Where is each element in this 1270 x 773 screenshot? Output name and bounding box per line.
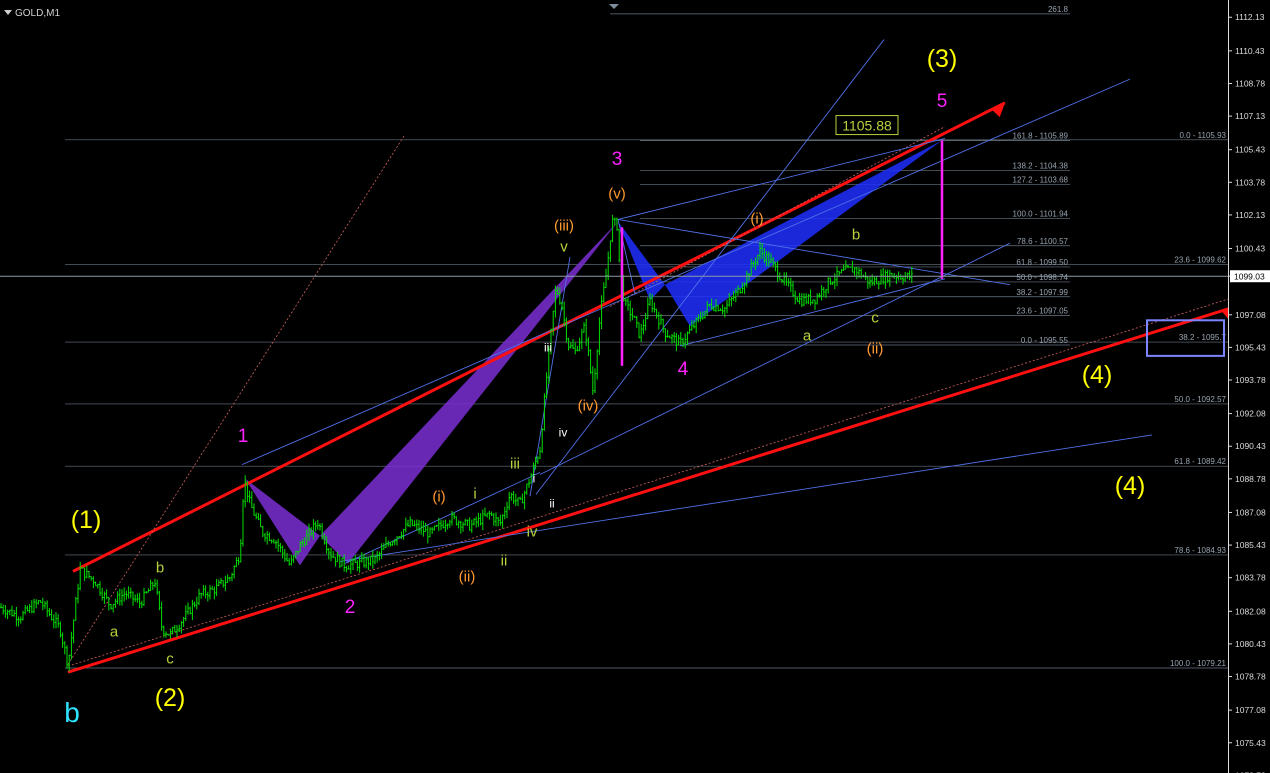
price-tick-label: 1103.78: [1235, 177, 1265, 187]
dotted-line: [67, 134, 406, 665]
fib-level-label: 38.2 - 1097.99: [1016, 288, 1068, 297]
wave-label-abc: v: [560, 238, 568, 255]
fib-level-label: 0.0 - 1105.93: [1179, 131, 1226, 140]
price-tick-label: 1078.78: [1235, 672, 1266, 682]
price-tick-label: 1100.43: [1235, 244, 1265, 254]
fibonacci-levels: 261.8 161.8 - 1105.89 138.2 - 1104.38 127.2…: [65, 5, 1228, 669]
wave-label-abc: ii: [501, 552, 508, 569]
trend-line: [67, 305, 1237, 674]
wave-label-abc: a: [110, 623, 119, 640]
price-tick-label: 1075.43: [1235, 738, 1266, 748]
price-tick-label: 1095.43: [1235, 342, 1266, 352]
fib-level-label: 78.6 - 1100.57: [1017, 237, 1069, 246]
wave-label-minor: 2: [345, 597, 356, 618]
price-tick-label: 1080.43: [1235, 639, 1266, 649]
fib-level-label: 100.0 - 1079.21: [1170, 659, 1227, 668]
wave-label-sub: (i): [432, 488, 445, 505]
price-tick-label: 1082.08: [1235, 606, 1266, 616]
fib-level-label: 0.0 - 1095.55: [1021, 336, 1069, 345]
wave-label-major: (1): [71, 506, 102, 534]
wave-label-sub: (ii): [459, 568, 476, 585]
harmonic-triangle: [618, 221, 665, 301]
price-box-label: 1105.88: [842, 118, 892, 134]
wave-label-abc: b: [852, 226, 860, 243]
fib-level-label: 23.6 - 1097.05: [1016, 306, 1068, 315]
price-tick-label: 1092.08: [1235, 409, 1266, 419]
wave-label-minor: 3: [612, 149, 623, 170]
wave-label-major: (3): [927, 45, 958, 73]
wave-label-minor: 1: [238, 426, 249, 447]
fib-level-label: 138.2 - 1104.38: [1013, 161, 1069, 170]
price-tick-label: 1085.43: [1235, 540, 1266, 550]
wave-label-roman: iv: [559, 425, 568, 439]
wave-label-abc: c: [871, 309, 879, 326]
wave-label-sub: (iv): [578, 397, 599, 414]
price-tick-label: 1112.13: [1235, 12, 1265, 22]
price-tick-label: 1097.08: [1235, 310, 1266, 320]
current-price-label: 1099.03: [1234, 272, 1265, 282]
wave-label-b: b: [64, 697, 80, 728]
price-tick-label: 1083.78: [1235, 573, 1266, 583]
fib-level-label: 23.6 - 1099.62: [1174, 256, 1226, 265]
fib-level-label: 61.8 - 1089.42: [1174, 457, 1226, 466]
candlestick-series: [0, 214, 913, 672]
price-chart[interactable]: 261.8 161.8 - 1105.89 138.2 - 1104.38 127.2…: [0, 0, 1270, 773]
wave-label-sub: (v): [608, 185, 626, 202]
fib-level-label: 127.2 - 1103.68: [1013, 175, 1069, 184]
dotted-line: [67, 296, 1237, 667]
wave-label-sub: (i): [750, 210, 763, 227]
wave-label-abc: iv: [527, 523, 538, 540]
thin-line: [241, 78, 1131, 466]
harmonic-triangle: [320, 221, 618, 564]
wave-label-abc: b: [156, 559, 164, 576]
chevron-down-icon[interactable]: [4, 10, 12, 15]
price-tick-label: 1093.78: [1235, 375, 1266, 385]
price-tick-label: 1110.43: [1235, 46, 1265, 56]
price-tick-label: 1102.13: [1235, 210, 1265, 220]
thin-line: [339, 434, 1153, 562]
price-tick-label: 1077.08: [1235, 705, 1266, 715]
thin-line: [539, 242, 1011, 475]
fib-level-label: 61.8 - 1099.50: [1016, 258, 1068, 267]
symbol-label[interactable]: GOLD,M1: [4, 8, 60, 19]
fib-level-label: 161.8 - 1105.89: [1013, 132, 1069, 141]
wave-label-abc: a: [803, 327, 812, 344]
wave-label-major: (2): [155, 684, 186, 712]
price-axis: 1112.13 1110.43 1108.78 1107.13 1105.43 1103.…: [1228, 0, 1270, 773]
wave-label-roman: i: [533, 471, 536, 485]
fib-level-label: 78.6 - 1084.93: [1174, 546, 1226, 555]
price-tick-label: 1105.43: [1235, 145, 1265, 155]
fib-level-label: 38.2 - 1095.7: [1179, 333, 1227, 342]
price-tick-label: 1107.13: [1235, 111, 1265, 121]
chart-shift-marker-icon: [609, 4, 619, 9]
price-tick-label: 1087.08: [1235, 507, 1266, 517]
trend-line: [72, 101, 1006, 573]
harmonic-patterns: [245, 140, 942, 566]
wave-label-abc: c: [166, 650, 174, 667]
wave-label-roman: ii: [549, 496, 554, 510]
overlays: 1099.03 1105.88: [0, 4, 1270, 357]
symbol-text: GOLD,M1: [15, 8, 61, 19]
wave-label-abc: i: [473, 485, 476, 502]
fib-level-label: 100.0 - 1101.94: [1013, 210, 1069, 219]
price-tick-label: 1108.78: [1235, 78, 1265, 88]
fib-level-label: 261.8: [1048, 5, 1069, 14]
wave-label-sub: (iii): [554, 217, 574, 234]
wave-label-major: (4): [1115, 472, 1146, 500]
fib-level-label: 50.0 - 1098.74: [1016, 273, 1068, 282]
wave-label-minor: 4: [678, 359, 689, 380]
price-tick-label: 1090.43: [1235, 441, 1266, 451]
wave-label-roman: iii: [544, 340, 552, 354]
fib-level-label: 50.0 - 1092.57: [1174, 395, 1226, 404]
thin-line: [617, 137, 946, 220]
wave-label-major: (4): [1082, 361, 1113, 389]
wave-label-minor: 5: [937, 91, 948, 112]
wave-label-abc: iii: [510, 455, 520, 472]
wave-label-sub: (ii): [867, 340, 884, 357]
price-tick-label: 1088.78: [1235, 474, 1266, 484]
